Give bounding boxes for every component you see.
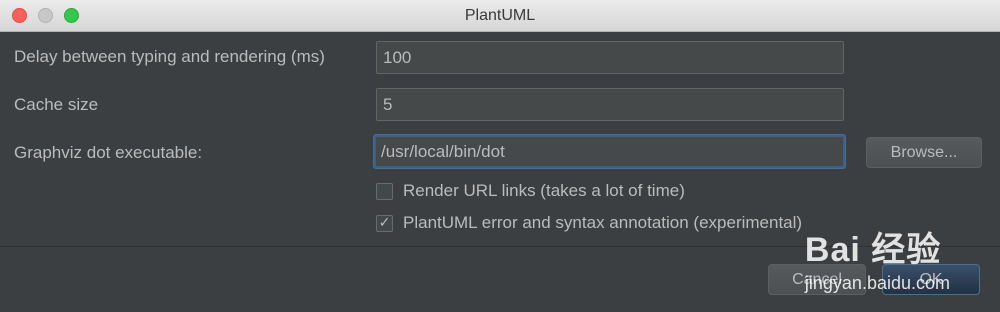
checkmark-icon: ✓ [378,214,391,231]
window-title: PlantUML [464,7,536,24]
browse-button[interactable]: Browse... [866,137,982,168]
delay-input[interactable] [376,41,844,74]
render-links-label: Render URL links (takes a lot of time) [403,181,685,200]
delay-label: Delay between typing and rendering (ms) [14,47,325,66]
annotation-row[interactable]: ✓ PlantUML error and syntax annotation (… [376,213,802,233]
annotation-checkbox[interactable]: ✓ [376,214,393,232]
annotation-label: PlantUML error and syntax annotation (ex… [403,213,803,232]
graphviz-label: Graphviz dot executable: [14,143,203,162]
baidu-watermark: Bai 经验 jingyan.baidu.com [805,222,950,294]
watermark-url: jingyan.baidu.com [804,273,950,293]
render-links-row[interactable]: Render URL links (takes a lot of time) [376,181,685,201]
cache-size-label: Cache size [14,95,99,114]
title-bar: PlantUML [0,0,1000,32]
cache-size-input[interactable] [376,88,844,121]
watermark-logo: Bai 经验 [804,231,942,269]
graphviz-path-input[interactable] [374,135,845,168]
render-links-checkbox[interactable] [376,182,393,200]
